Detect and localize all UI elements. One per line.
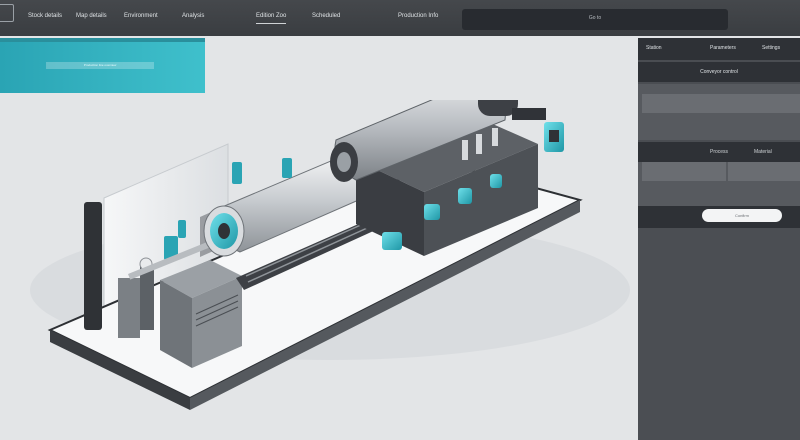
- panel-section-header: Process Material: [638, 142, 800, 162]
- panel-tab-bar: Station Parameters Settings: [638, 38, 800, 60]
- section-label-material: Material: [754, 149, 772, 155]
- search-input[interactable]: Go to: [462, 9, 728, 30]
- tab-parameters[interactable]: Parameters: [710, 45, 736, 51]
- front-cylinder-hub: [218, 223, 230, 239]
- panel-subheader: Conveyor control: [638, 62, 800, 82]
- tab-station[interactable]: Station: [646, 45, 662, 51]
- banner-strip: [0, 38, 205, 42]
- vertical-post: [84, 202, 102, 330]
- nav-item-environment[interactable]: Environment: [124, 11, 158, 21]
- top-navigation-bar: Stock details Map details Environment An…: [0, 0, 800, 36]
- right-side-panel: Station Parameters Settings Conveyor con…: [638, 38, 800, 440]
- nav-item-map[interactable]: Map details: [76, 11, 107, 21]
- indicator-screen: [549, 130, 559, 142]
- teal-module-2: [458, 188, 472, 204]
- tab-settings[interactable]: Settings: [762, 45, 780, 51]
- tool-stand-2: [140, 266, 154, 330]
- teal-sensor-b: [282, 158, 292, 178]
- teal-module-4: [382, 232, 402, 250]
- logo-icon[interactable]: [0, 4, 14, 22]
- teal-sensor-a: [232, 162, 242, 184]
- panel-field-row: [638, 162, 800, 206]
- panel-empty-area: [638, 228, 800, 440]
- section-label-process: Process: [710, 149, 729, 155]
- nav-item-stock[interactable]: Stock details: [28, 11, 62, 21]
- teal-sensor-c: [178, 220, 186, 238]
- teal-module-1: [424, 204, 440, 220]
- banner-title-field: Production line overview: [46, 62, 154, 69]
- panel-control-block: [638, 84, 800, 140]
- production-line-illustration: [0, 100, 630, 440]
- process-field[interactable]: [642, 162, 726, 181]
- confirm-button[interactable]: Confirm: [702, 209, 782, 222]
- nav-item-production-info[interactable]: Production Info: [398, 11, 438, 21]
- teal-module-3: [490, 174, 502, 188]
- side-arm: [512, 108, 546, 120]
- tool-stand-1: [118, 278, 140, 338]
- control-input-field[interactable]: [642, 94, 800, 113]
- search-label: Go to: [588, 15, 602, 21]
- nav-item-edition[interactable]: Edition Zoo: [256, 11, 287, 24]
- nav-item-scheduled[interactable]: Scheduled: [312, 11, 340, 21]
- material-field[interactable]: [728, 162, 800, 181]
- upper-cylinder-inner: [337, 152, 351, 172]
- nav-item-analysis[interactable]: Analysis: [182, 11, 204, 21]
- banner-title-text: Production line overview: [83, 63, 117, 67]
